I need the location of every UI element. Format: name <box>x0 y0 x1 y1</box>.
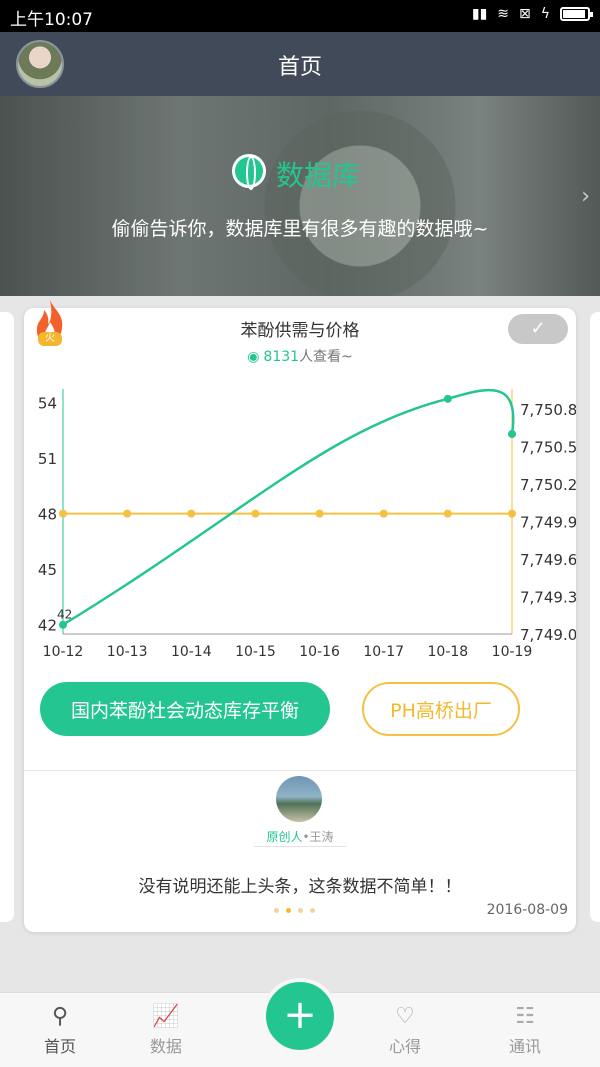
sim-off-icon: ⊠ <box>519 6 531 22</box>
price-chart[interactable]: 42 45 48 51 54 7,749.0 7,749.3 7,749.6 7,749.9 7,… <box>24 384 576 684</box>
left-tick-label: 42 <box>38 617 57 635</box>
app-bar: 首页 <box>0 32 600 96</box>
wifi-icon: ≋ <box>497 6 510 22</box>
globe-icon <box>232 154 266 190</box>
view-count-suffix: 人查看~ <box>299 349 353 365</box>
tab-contacts-label: 通讯 <box>508 1037 541 1056</box>
pager-dot <box>298 908 303 913</box>
series-point-flat <box>59 509 67 518</box>
chevron-right-icon[interactable]: › <box>581 184 590 209</box>
left-tick-label: 48 <box>38 506 57 524</box>
card-title: 苯酚供需与价格 <box>240 321 360 341</box>
series-point-flat <box>123 509 132 518</box>
series-point-flat <box>251 509 260 518</box>
view-count: ◉ 8131人查看~ <box>24 346 576 366</box>
database-banner[interactable]: 数据库 偷偷告诉你，数据库里有很多有趣的数据哦~ › <box>0 96 600 296</box>
left-tick-label: 51 <box>38 450 57 468</box>
right-tick-label: 7,749.9 <box>520 514 576 532</box>
series-point-flat <box>443 509 452 518</box>
heart-icon: ♡ <box>395 1004 415 1029</box>
view-count-number: 8131 <box>263 349 300 365</box>
tag-inventory-balance-button[interactable]: 国内苯酚社会动态库存平衡 <box>40 682 330 736</box>
left-tick-label: 45 <box>38 561 57 579</box>
tab-contacts[interactable]: ☷ 通讯 <box>485 993 565 1057</box>
right-tick-label: 7,749.6 <box>520 551 576 569</box>
x-tick-label: 10-12 <box>43 644 84 660</box>
eye-icon: ◉ <box>247 349 260 365</box>
home-icon: ⚲ <box>51 1004 69 1029</box>
pager-dots <box>274 908 315 913</box>
series-point-curve <box>443 394 452 403</box>
status-icons: ▮▮ ≋ ⊠ ϟ <box>471 6 593 22</box>
status-bar: 上午10:07 ▮▮ ≋ ⊠ ϟ <box>0 0 600 32</box>
right-tick-label: 7,750.5 <box>520 439 576 457</box>
battery-icon <box>560 7 593 21</box>
banner-title: 数据库 <box>276 159 361 192</box>
tab-home[interactable]: ⚲ 首页 <box>20 993 100 1057</box>
author-info: 原创人•王涛 <box>24 828 576 845</box>
data-card[interactable]: 苯酚供需与价格 ✓ ◉ 8131人查看~ 42 45 48 51 54 7,749.0 7,7… <box>24 308 576 932</box>
tab-home-label: 首页 <box>43 1037 76 1056</box>
add-button[interactable]: + <box>262 978 338 1054</box>
right-tick-label: 7,750.8 <box>520 401 576 419</box>
contacts-icon: ☷ <box>515 1004 535 1029</box>
tab-data-label: 数据 <box>149 1037 182 1056</box>
tag-ph-factory-button[interactable]: PH高桥出厂 <box>362 682 520 736</box>
author-label: 原创人 <box>266 830 303 844</box>
series-point-curve <box>59 620 67 629</box>
tab-insights[interactable]: ♡ 心得 <box>365 993 445 1057</box>
x-tick-label: 10-14 <box>171 644 212 660</box>
x-tick-label: 10-13 <box>107 644 148 660</box>
next-card-peek[interactable] <box>590 312 600 922</box>
charging-icon: ϟ <box>540 6 550 22</box>
series-point-flat <box>508 509 516 518</box>
right-tick-label: 7,749.0 <box>520 626 576 644</box>
author-avatar[interactable] <box>276 776 322 822</box>
x-tick-label: 10-18 <box>428 644 469 660</box>
x-tick-label: 10-19 <box>492 644 533 660</box>
pager-dot <box>274 908 279 913</box>
tab-insights-label: 心得 <box>388 1037 421 1056</box>
hot-badge: 火 <box>38 332 62 346</box>
series-point-flat <box>187 509 196 518</box>
card-date: 2016-08-09 <box>486 902 568 918</box>
x-tick-label: 10-16 <box>299 644 340 660</box>
author-name: •王涛 <box>302 830 334 844</box>
pager-dot <box>310 908 315 913</box>
tab-data[interactable]: 📈 数据 <box>126 993 206 1057</box>
divider <box>24 770 576 771</box>
series-line-curve <box>62 388 515 626</box>
x-tick-label: 10-15 <box>235 644 276 660</box>
signal-icon: ▮▮ <box>471 6 488 22</box>
prev-card-peek[interactable] <box>0 312 14 922</box>
x-tick-label: 10-17 <box>363 644 404 660</box>
page-title: 首页 <box>277 55 322 80</box>
data-label: 42 <box>57 608 72 622</box>
pager-dot <box>286 908 291 913</box>
right-tick-label: 7,749.3 <box>520 589 576 607</box>
chart-icon: 📈 <box>152 1004 180 1029</box>
left-tick-label: 54 <box>38 395 57 413</box>
card-description: 没有说明还能上头条，这条数据不简单！！ <box>138 877 462 897</box>
series-point-flat <box>379 509 388 518</box>
right-tick-label: 7,750.2 <box>520 476 576 494</box>
check-button[interactable]: ✓ <box>508 314 568 344</box>
author-underline <box>254 846 346 847</box>
series-point-curve <box>508 430 516 438</box>
status-time: 上午10:07 <box>10 10 93 30</box>
banner-subtitle: 偷偷告诉你，数据库里有很多有趣的数据哦~ <box>111 218 489 240</box>
series-point-flat <box>315 509 324 518</box>
